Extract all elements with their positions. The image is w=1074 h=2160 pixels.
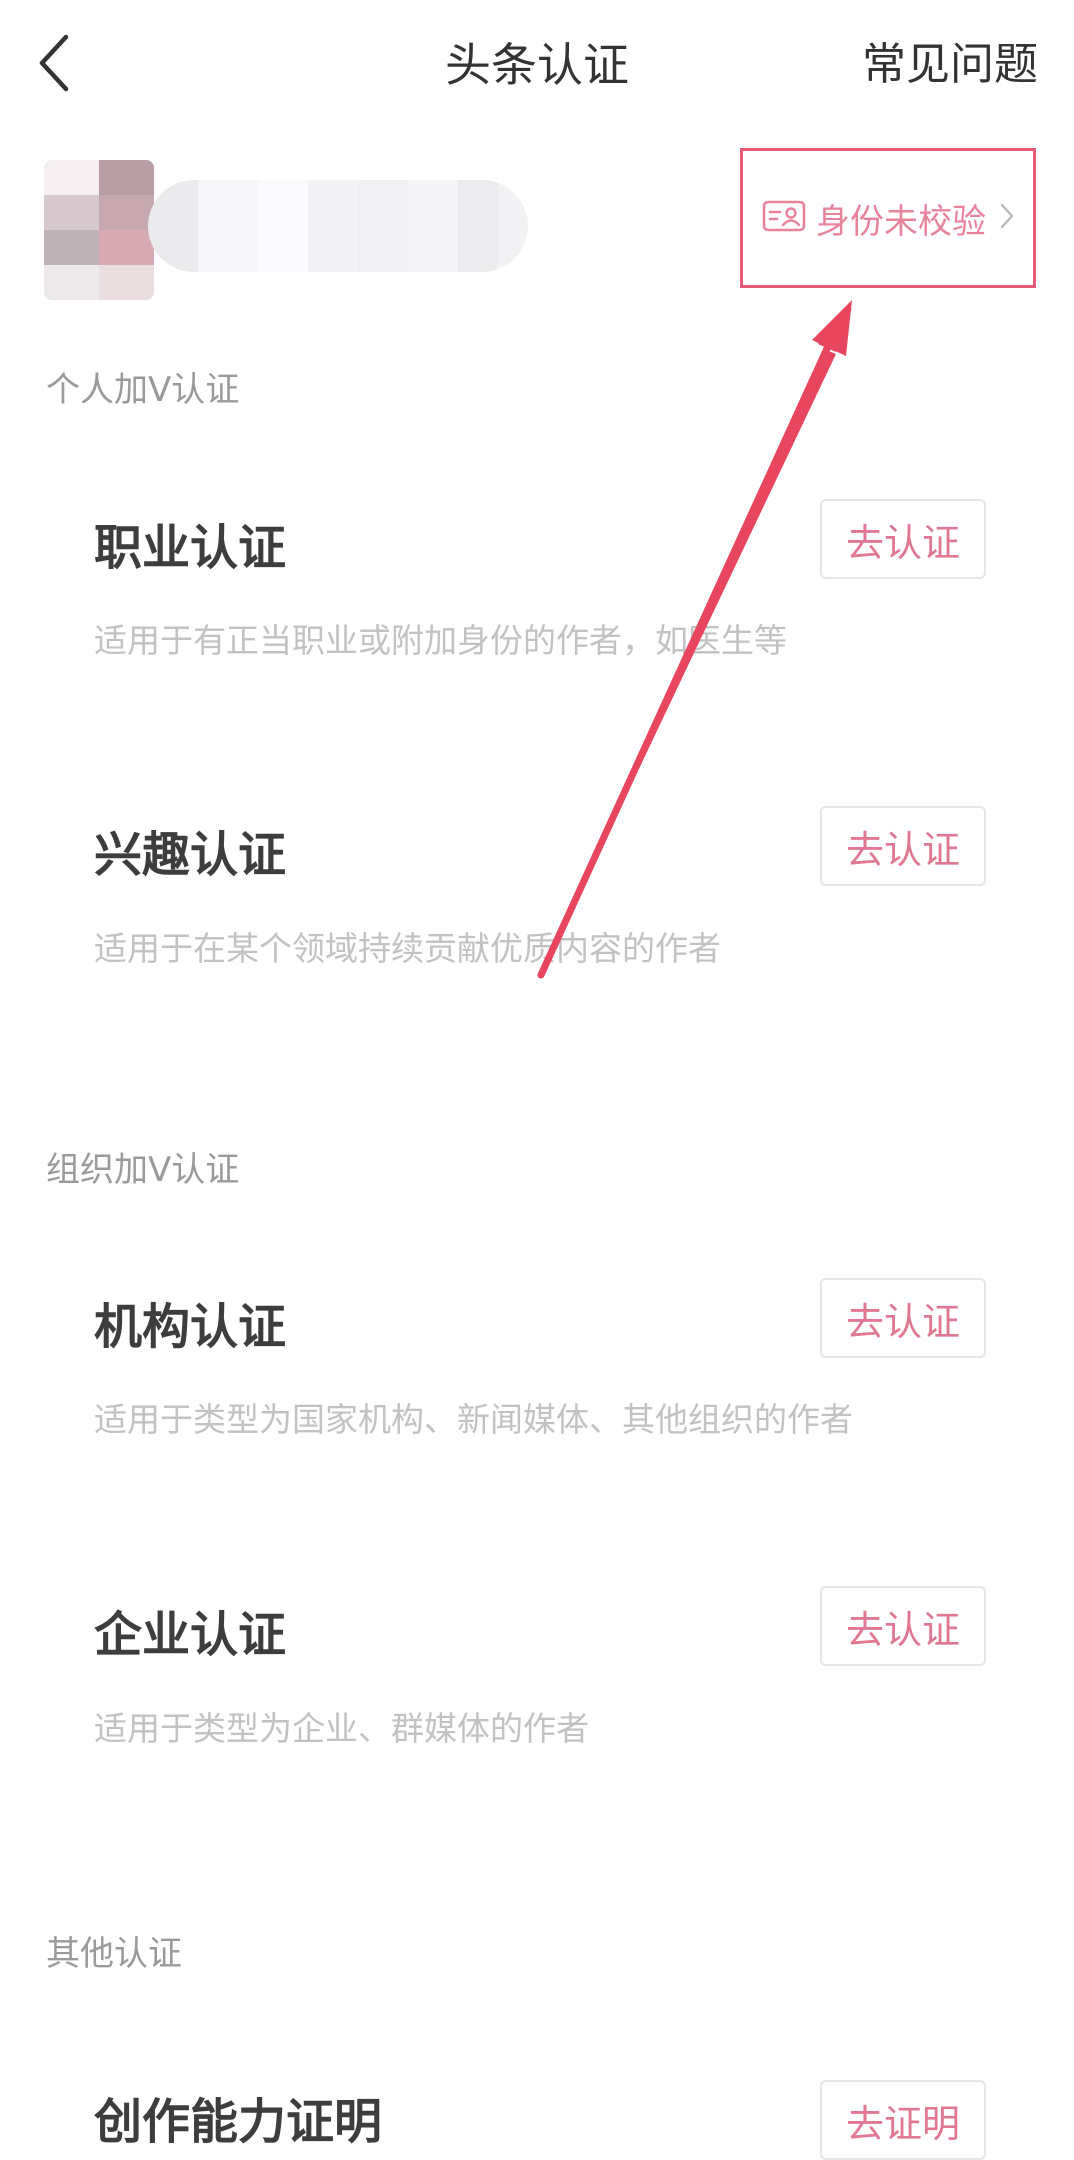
section-title-organization: 组织加V认证 — [46, 1150, 240, 1190]
item-desc-interest: 适用于在某个领域持续贡献优质内容的作者 — [94, 929, 721, 968]
section-title-other: 其他认证 — [46, 1934, 182, 1974]
username-blurred — [148, 180, 528, 272]
id-status-label: 身份未校验 — [816, 201, 986, 242]
item-title-institution: 机构认证 — [94, 1299, 287, 1355]
back-button[interactable] — [36, 30, 96, 100]
institution-verify-button[interactable]: 去认证 — [820, 1278, 986, 1358]
item-title-profession: 职业认证 — [94, 520, 287, 576]
id-verify-button[interactable]: 身份未校验 — [740, 148, 1036, 288]
interest-verify-button[interactable]: 去认证 — [820, 806, 986, 886]
enterprise-verify-button[interactable]: 去认证 — [820, 1586, 986, 1666]
item-desc-enterprise: 适用于类型为企业、群媒体的作者 — [94, 1709, 589, 1748]
item-desc-profession: 适用于有正当职业或附加身份的作者，如医生等 — [94, 621, 787, 660]
creative-ability-proof-button[interactable]: 去证明 — [820, 2080, 986, 2160]
id-card-icon — [762, 199, 806, 237]
profession-verify-button[interactable]: 去认证 — [820, 499, 986, 579]
section-title-personal: 个人加V认证 — [46, 370, 240, 410]
chevron-right-icon — [1000, 198, 1014, 238]
chevron-left-icon — [36, 33, 72, 97]
faq-link[interactable]: 常见问题 — [862, 30, 1038, 100]
annotation-arrow — [537, 300, 852, 979]
item-title-enterprise: 企业认证 — [94, 1607, 287, 1663]
item-desc-institution: 适用于类型为国家机构、新闻媒体、其他组织的作者 — [94, 1400, 853, 1439]
item-title-interest: 兴趣认证 — [94, 827, 287, 883]
item-title-creative-ability: 创作能力证明 — [94, 2094, 383, 2150]
avatar[interactable] — [44, 160, 154, 300]
